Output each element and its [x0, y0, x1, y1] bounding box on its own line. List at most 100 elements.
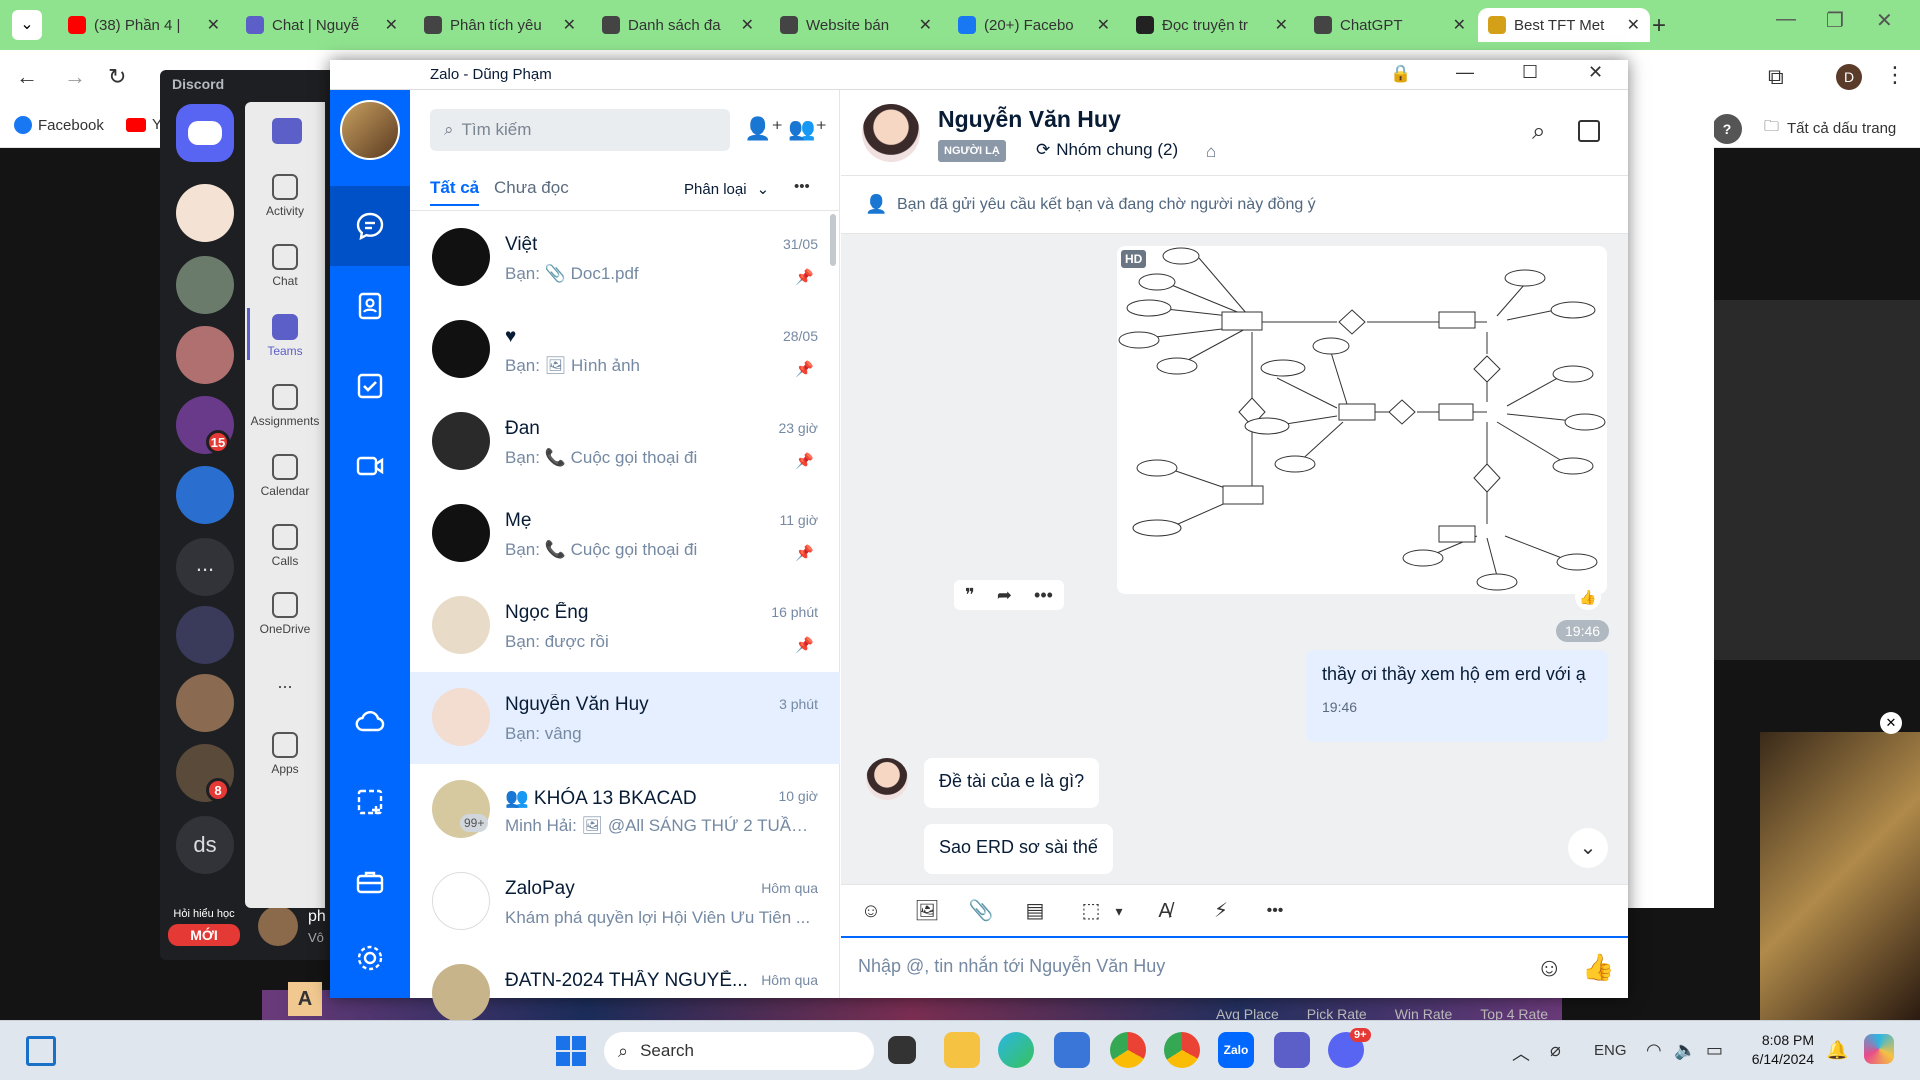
emoji-icon[interactable]: ☺ — [1536, 952, 1563, 983]
discord-server-icon[interactable] — [176, 466, 234, 524]
reminder-icon[interactable]: ⚡ — [1208, 898, 1234, 924]
screenshot-chevron-icon[interactable]: ▾ — [1106, 898, 1132, 924]
edge-icon[interactable] — [998, 1032, 1034, 1068]
tab-close-icon[interactable]: ✕ — [563, 15, 576, 35]
search-input[interactable]: ⌕ Tìm kiếm — [430, 109, 730, 151]
discord-home-button[interactable] — [176, 104, 234, 162]
minimize-icon[interactable]: — — [1776, 8, 1796, 31]
browser-tab[interactable]: Website bán ✕ — [770, 8, 942, 42]
teams-taskbar-icon[interactable] — [1274, 1032, 1310, 1068]
notification-bell-icon[interactable]: 🔔 — [1826, 1040, 1848, 1061]
nav-cloud[interactable] — [330, 682, 410, 762]
tab-close-icon[interactable]: ✕ — [1453, 15, 1466, 35]
image-icon[interactable]: 🖼 — [914, 898, 940, 924]
network-off-icon[interactable]: ⌀ — [1550, 1040, 1561, 1061]
quote-icon[interactable]: ❞ — [965, 585, 975, 606]
maximize-icon[interactable]: ❐ — [1826, 8, 1844, 33]
volume-icon[interactable]: 🔈 — [1674, 1040, 1696, 1061]
discord-server-icon[interactable] — [176, 326, 234, 384]
quick-like-icon[interactable]: 👍 — [1582, 952, 1614, 983]
task-view-icon[interactable] — [888, 1036, 916, 1064]
browser-tab[interactable]: Phân tích yêu ✕ — [414, 8, 586, 42]
browser-tab[interactable]: Đọc truyện tr ✕ — [1126, 8, 1298, 42]
screenshot-tool-icon[interactable]: ⬚ — [1078, 898, 1104, 924]
conversation-item[interactable]: Ngọc Ểng Bạn: được rồi 16 phút 📌 — [410, 580, 840, 672]
browser-tab[interactable]: (20+) Facebo ✕ — [948, 8, 1120, 42]
browser-tab[interactable]: (38) Phần 4 | ✕ — [58, 8, 230, 42]
language-indicator[interactable]: ENG — [1594, 1042, 1627, 1059]
list-more-button[interactable]: ••• — [794, 178, 810, 195]
erd-image-message[interactable]: HD — [1117, 246, 1607, 594]
chrome-profile-icon[interactable] — [1164, 1032, 1200, 1068]
zalo-taskbar-icon[interactable]: Zalo — [1218, 1032, 1254, 1068]
message-input[interactable]: Nhập @, tin nhắn tới Nguyễn Văn Huy — [858, 956, 1498, 977]
text-format-icon[interactable]: A̸ — [1152, 898, 1178, 924]
conversation-item[interactable]: Mẹ Bạn: 📞 Cuộc gọi thoại đi 11 giờ 📌 — [410, 488, 840, 580]
nav-settings[interactable] — [330, 918, 410, 998]
discord-promo[interactable]: Hỏi hiểu học MỚI — [168, 908, 240, 946]
file-explorer-icon[interactable] — [944, 1032, 980, 1068]
tab-unread[interactable]: Chưa đọc — [494, 178, 569, 198]
nav-messages[interactable] — [330, 186, 410, 266]
conversation-item[interactable]: ♥ Bạn: 🖼 Hình ảnh 28/05 📌 — [410, 304, 840, 396]
new-tab-button[interactable]: + — [1652, 12, 1666, 40]
zalo-maximize-icon[interactable]: ☐ — [1522, 62, 1538, 83]
bookmark-all[interactable]: 🗀 Tất cả dấu trang — [1764, 116, 1896, 141]
browser-tab[interactable]: Danh sách đa ✕ — [592, 8, 764, 42]
contact-avatar[interactable] — [862, 104, 920, 162]
discord-server-icon[interactable] — [176, 606, 234, 664]
help-icon[interactable]: ? — [1712, 114, 1742, 144]
my-message-bubble[interactable]: thầy ơi thầy xem hộ em erd với ạ 19:46 — [1306, 650, 1608, 742]
reply-bubble-topic[interactable]: Đề tài của e là gì? — [924, 758, 1100, 808]
discord-user-avatar[interactable] — [258, 906, 298, 946]
conversation-item[interactable]: Việt Bạn: 📎 Doc1.pdf 31/05 📌 — [410, 212, 840, 304]
clock[interactable]: 8:08 PM 6/14/2024 — [1744, 1032, 1814, 1067]
chat-search-icon[interactable]: ⌕ — [1532, 118, 1545, 146]
bookmark-youtube[interactable]: Y — [126, 116, 162, 133]
reply-bubble-erd[interactable]: Sao ERD sơ sài thế — [924, 824, 1113, 874]
profile-avatar[interactable]: D — [1836, 64, 1862, 90]
widgets-icon[interactable] — [26, 1036, 56, 1066]
chrome-icon[interactable] — [1110, 1032, 1146, 1068]
browser-tab[interactable]: Best TFT Met ✕ — [1478, 8, 1650, 42]
add-friend-icon[interactable]: 👤⁺ — [744, 116, 783, 142]
teams-nav-calendar[interactable]: Calendar — [245, 454, 325, 498]
nav-screenshot[interactable] — [330, 762, 410, 842]
teams-nav-calls[interactable]: Calls — [245, 524, 325, 568]
conversation-item[interactable]: Nguyễn Văn Huy Bạn: vâng 3 phút — [410, 672, 840, 764]
discord-dm-button[interactable]: ds — [176, 816, 234, 874]
close-icon[interactable]: ✕ — [1876, 8, 1893, 33]
video-close-icon[interactable]: ✕ — [1880, 712, 1902, 734]
more-options-icon[interactable]: ••• — [1034, 585, 1053, 606]
discord-server-icon[interactable] — [176, 674, 234, 732]
sender-avatar[interactable] — [866, 758, 908, 800]
nav-toolbox[interactable] — [330, 842, 410, 922]
start-button[interactable] — [556, 1036, 586, 1066]
tab-close-icon[interactable]: ✕ — [1097, 15, 1110, 35]
create-group-icon[interactable]: 👥⁺ — [788, 116, 827, 142]
attach-icon[interactable]: 📎 — [968, 898, 994, 924]
browser-menu-icon[interactable]: ⋮ — [1884, 62, 1906, 88]
conversation-item[interactable]: 👥 KHÓA 13 BKACAD Minh Hải: 🖼 @All SÁNG TH… — [410, 764, 840, 856]
back-icon[interactable]: ← — [16, 64, 38, 90]
wifi-icon[interactable]: ◠ — [1646, 1040, 1662, 1061]
tab-close-icon[interactable]: ✕ — [207, 15, 220, 35]
browser-tab[interactable]: ChatGPT ✕ — [1304, 8, 1476, 42]
sticker-icon[interactable]: ☺ — [858, 898, 884, 924]
tag-icon[interactable]: ⌂ — [1206, 142, 1216, 162]
contact-name[interactable]: Nguyễn Văn Huy — [938, 106, 1121, 133]
teams-nav-teams[interactable]: Teams — [245, 314, 325, 358]
zalo-close-icon[interactable]: ✕ — [1588, 62, 1603, 83]
browser-tab[interactable]: Chat | Nguyễ ✕ — [236, 8, 408, 42]
tab-close-icon[interactable]: ✕ — [385, 15, 398, 35]
my-avatar[interactable] — [340, 100, 400, 160]
forward-icon[interactable]: ➦ — [997, 585, 1012, 606]
lock-icon[interactable]: 🔒 — [1390, 64, 1411, 84]
tab-close-icon[interactable]: ✕ — [741, 15, 754, 35]
teams-nav-assignments[interactable]: Assignments — [245, 384, 325, 428]
nav-video[interactable] — [330, 426, 410, 506]
react-like-icon[interactable]: 👍 — [1575, 584, 1601, 610]
tab-close-icon[interactable]: ✕ — [1627, 15, 1640, 35]
copilot-icon[interactable] — [1864, 1034, 1894, 1064]
zalo-minimize-icon[interactable]: — — [1456, 62, 1474, 83]
